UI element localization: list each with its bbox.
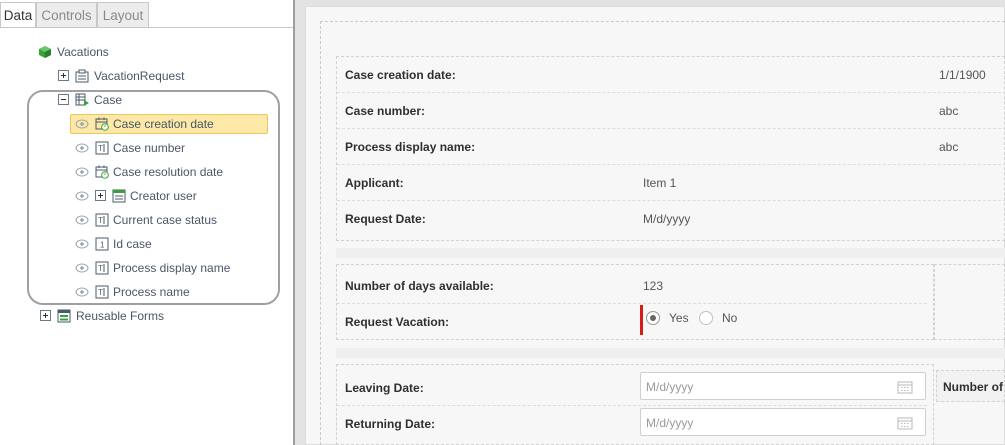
calendar-clock-icon (95, 117, 109, 131)
placeholder: M/d/yyyy (646, 416, 694, 430)
field-label: Process display name: (345, 140, 476, 154)
returning-date-input[interactable]: M/d/yyyy (640, 408, 926, 436)
eye-icon[interactable] (75, 287, 89, 297)
field-label: Number of (943, 380, 1003, 394)
section-separator (336, 248, 1005, 258)
calendar-icon[interactable] (897, 380, 913, 394)
field-value: Item 1 (643, 176, 677, 190)
row-request-vacation: Request Vacation: (337, 304, 927, 340)
tree-label: Id case (113, 237, 152, 251)
eye-icon[interactable] (75, 263, 89, 273)
field-value: 1/1/1900 (939, 68, 986, 82)
tree-label: VacationRequest (94, 69, 185, 83)
tree-node-vacations[interactable]: Vacations (38, 42, 238, 62)
tree-node-creator-user[interactable]: Creator user (75, 186, 275, 206)
case-info-group: Case creation date: 1/1/1900 Case number… (336, 56, 1005, 241)
entity-form-icon (75, 69, 89, 83)
tab-data[interactable]: Data (0, 2, 36, 28)
field-value: abc (939, 140, 959, 154)
field-label: Case creation date: (345, 68, 456, 82)
tree-node-id-case[interactable]: 1 Id case (75, 234, 275, 254)
data-explorer-panel: Data Controls Layout Vacations VacationR… (0, 0, 293, 445)
row-applicant: Applicant: Item 1 (337, 165, 1005, 201)
tree-node-vacationrequest[interactable]: VacationRequest (57, 66, 257, 86)
tab-layout[interactable]: Layout (97, 2, 149, 28)
tree-label: Case number (113, 141, 186, 155)
number-attribute-icon: 1 (95, 237, 109, 251)
table-collection-icon (75, 93, 89, 106)
field-value: abc (939, 104, 959, 118)
placeholder: M/d/yyyy (646, 380, 694, 394)
panel-tabs: Data Controls Layout (0, 2, 293, 29)
radio-yes[interactable] (646, 311, 660, 325)
expand-icon[interactable] (58, 70, 69, 81)
svg-text:1: 1 (100, 241, 105, 250)
svg-text:T: T (98, 264, 103, 273)
tab-divider (0, 27, 293, 28)
eye-icon[interactable] (75, 143, 89, 153)
row-process-display-name: Process display name: abc (337, 129, 1005, 165)
calendar-icon[interactable] (897, 416, 913, 430)
row-case-creation-date: Case creation date: 1/1/1900 (337, 57, 1005, 93)
field-label: Applicant: (345, 176, 404, 190)
required-marker (640, 305, 643, 335)
tree-node-process-display-name[interactable]: T Process display name (75, 258, 275, 278)
tree-node-case[interactable]: Case (57, 90, 257, 110)
tree-label: Creator user (130, 189, 197, 203)
vacation-request-group: Number of days available: 123 Request Va… (336, 264, 934, 340)
text-attribute-icon: T (95, 261, 109, 275)
field-label: Returning Date: (345, 417, 435, 431)
text-attribute-icon: T (95, 141, 109, 155)
field-value: 123 (643, 279, 664, 293)
tree-node-process-name[interactable]: T Process name (75, 282, 275, 302)
tab-controls[interactable]: Controls (36, 2, 97, 28)
leaving-date-input[interactable]: M/d/yyyy (640, 372, 926, 400)
radio-no[interactable] (699, 311, 713, 325)
tree-node-case-creation-date[interactable]: Case creation date (75, 114, 275, 134)
field-label: Request Vacation: (345, 315, 450, 329)
row-request-date: Request Date: M/d/yyyy (337, 201, 1005, 237)
field-label: Leaving Date: (345, 381, 424, 395)
number-of-cell: Number of (936, 370, 1005, 402)
tree-node-current-case-status[interactable]: T Current case status (75, 210, 275, 230)
tree-label: Reusable Forms (76, 309, 165, 323)
eye-icon[interactable] (75, 239, 89, 249)
tree-node-case-number[interactable]: T Case number (75, 138, 275, 158)
text-attribute-icon: T (95, 285, 109, 299)
svg-text:T: T (98, 288, 103, 297)
eye-icon[interactable] (75, 119, 89, 129)
section-separator (336, 348, 1005, 358)
calendar-clock-icon (95, 165, 109, 179)
green-cube-icon (39, 46, 51, 58)
expand-icon[interactable] (40, 310, 51, 321)
eye-icon[interactable] (75, 191, 89, 201)
right-column-group (934, 264, 1005, 340)
eye-icon[interactable] (75, 167, 89, 177)
text-attribute-icon: T (95, 213, 109, 227)
radio-yes-label: Yes (669, 311, 689, 325)
tree-label: Case (94, 93, 123, 107)
tree-label: Process display name (113, 261, 231, 275)
tree-label: Current case status (113, 213, 218, 227)
field-label: Request Date: (345, 212, 426, 226)
tree-node-case-resolution-date[interactable]: Case resolution date (75, 162, 275, 182)
eye-icon[interactable] (75, 215, 89, 225)
field-label: Case number: (345, 104, 426, 118)
tree-label: Case creation date (113, 117, 214, 131)
svg-text:T: T (98, 216, 103, 225)
tree-label: Case resolution date (113, 165, 224, 179)
row-case-number: Case number: abc (337, 93, 1005, 129)
field-value: M/d/yyyy (643, 212, 691, 226)
tree-node-reusable-forms[interactable]: Reusable Forms (39, 306, 239, 326)
row-days-available: Number of days available: 123 (337, 268, 927, 304)
field-label: Number of days available: (345, 279, 494, 293)
forms-icon (57, 309, 71, 323)
user-table-icon (112, 189, 126, 203)
radio-no-label: No (722, 311, 738, 325)
tree-label: Vacations (57, 45, 109, 59)
tree-label: Process name (113, 285, 190, 299)
svg-text:T: T (98, 144, 103, 153)
collapse-icon[interactable] (58, 94, 69, 105)
expand-icon[interactable] (95, 190, 106, 201)
